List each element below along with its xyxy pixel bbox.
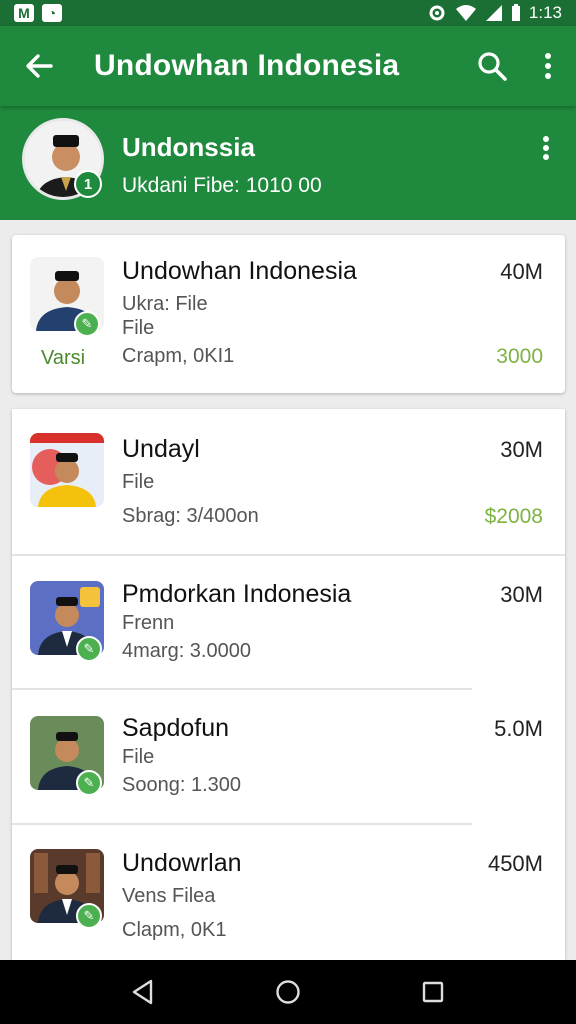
item-size: 450M xyxy=(487,851,543,876)
item-detail: 4marg: 3.0000 xyxy=(122,640,251,662)
share-icon: ✎ xyxy=(76,636,102,662)
item-detail: Frenn xyxy=(122,612,175,634)
item-size: 5.0M xyxy=(494,716,543,741)
variant-label: Varsi xyxy=(41,347,86,369)
item-list: Undayl File Sbrag: 3/400on 30M $2008 ✎ P… xyxy=(12,409,565,960)
circle-home-icon xyxy=(276,980,300,1004)
overflow-menu-button[interactable] xyxy=(520,26,576,106)
item-price: $2008 xyxy=(484,505,543,528)
back-button[interactable] xyxy=(0,26,78,106)
item-detail: File xyxy=(122,317,155,339)
item-detail: Ukra: File xyxy=(122,293,208,315)
item-detail: Soong: 1.300 xyxy=(122,774,241,796)
item-size: 40M xyxy=(500,259,543,284)
triangle-back-icon xyxy=(132,979,152,1005)
profile-header: 1 Undonssia Ukdani Fibe: 1010 00 xyxy=(0,106,576,220)
app-bar: Undowhan Indonesia xyxy=(0,26,576,106)
item-title: Undowhan Indonesia xyxy=(122,257,357,285)
whatsapp-icon: ◔ xyxy=(42,4,62,22)
profile-badge: 1 xyxy=(74,170,102,198)
nav-recents-button[interactable] xyxy=(403,962,463,1022)
more-vert-icon xyxy=(543,136,549,160)
square-recents-icon xyxy=(423,981,444,1003)
mail-icon: M xyxy=(14,4,34,22)
profile-menu-button[interactable] xyxy=(528,126,564,170)
list-item[interactable]: ✎ Sapdofun File Soong: 1.300 5.0M xyxy=(12,690,565,823)
search-icon xyxy=(478,52,507,81)
item-detail: Sbrag: 3/400on xyxy=(122,505,259,527)
item-detail: File xyxy=(122,746,155,768)
item-detail: Crapm, 0KI1 xyxy=(122,345,235,367)
status-time: 1:13 xyxy=(528,3,562,22)
item-thumbnail xyxy=(30,433,104,507)
item-title: Pmdorkan Indonesia xyxy=(122,580,352,608)
share-icon: ✎ xyxy=(76,770,102,796)
list-item[interactable]: ✎ Undowrlan Vens Filea Clapm, 0K1 450M xyxy=(12,825,565,960)
more-vert-icon xyxy=(545,53,551,79)
status-bar: M ◔ 1:13 xyxy=(0,0,576,26)
search-button[interactable] xyxy=(464,26,520,106)
wifi-icon xyxy=(455,5,476,21)
item-detail: Vens Filea xyxy=(122,885,216,907)
profile-subtitle: Ukdani Fibe: 1010 00 xyxy=(122,174,322,197)
arrow-back-icon xyxy=(26,54,53,78)
page-title: Undowhan Indonesia xyxy=(94,49,400,82)
nav-home-button[interactable] xyxy=(258,962,318,1022)
share-icon: ✎ xyxy=(76,903,102,929)
list-item[interactable]: ✎ Pmdorkan Indonesia Frenn 4marg: 3.0000… xyxy=(12,556,565,688)
item-price: 3000 xyxy=(496,345,543,368)
item-title: Undayl xyxy=(122,435,200,463)
system-nav-bar xyxy=(0,960,576,1024)
signal-icon xyxy=(485,5,502,21)
item-title: Sapdofun xyxy=(122,714,230,742)
battery-icon xyxy=(511,4,520,21)
item-title: Undowrlan xyxy=(122,849,242,877)
item-size: 30M xyxy=(500,582,543,607)
list-item[interactable]: Undayl File Sbrag: 3/400on 30M $2008 xyxy=(12,409,565,554)
nav-back-button[interactable] xyxy=(113,962,173,1022)
share-icon: ✎ xyxy=(74,311,100,337)
item-detail: Clapm, 0K1 xyxy=(122,919,227,941)
settings-icon xyxy=(429,5,445,21)
featured-item-card[interactable]: ✎ Varsi Undowhan Indonesia Ukra: File Fi… xyxy=(12,235,565,393)
profile-name: Undonssia xyxy=(122,132,255,162)
item-detail: File xyxy=(122,471,155,493)
item-size: 30M xyxy=(500,437,543,462)
